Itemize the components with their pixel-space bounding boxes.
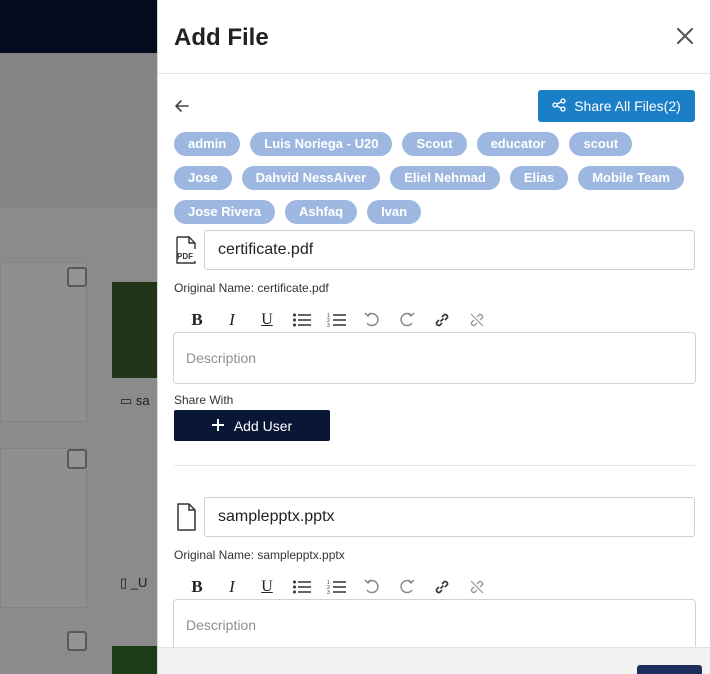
bold-icon[interactable]: B <box>186 309 208 331</box>
add-user-button[interactable]: Add User <box>174 410 330 441</box>
original-name-label: Original Name: samplepptx.pptx <box>174 548 345 562</box>
share-all-files-label: Share All Files(2) <box>574 98 681 114</box>
share-with-label: Share With <box>174 393 234 407</box>
bold-icon[interactable]: B <box>186 576 208 598</box>
submit-button[interactable] <box>637 665 702 674</box>
user-tag[interactable]: Elias <box>509 166 569 190</box>
close-icon[interactable] <box>673 24 697 48</box>
underline-icon[interactable]: U <box>256 309 278 331</box>
drawer-title: Add File <box>174 24 269 51</box>
file-name-input[interactable]: certificate.pdf <box>204 230 695 270</box>
unlink-icon[interactable] <box>466 576 488 598</box>
numbered-list-icon[interactable]: 123 <box>326 309 348 331</box>
user-tag[interactable]: Ivan <box>367 200 422 224</box>
user-tag[interactable]: Mobile Team <box>578 166 684 190</box>
user-tag[interactable]: Ashfaq <box>285 200 358 224</box>
file-name-input[interactable]: samplepptx.pptx <box>204 497 695 537</box>
drawer-footer <box>158 647 710 674</box>
italic-icon[interactable]: I <box>221 576 243 598</box>
pdf-file-icon: PDF <box>174 236 198 264</box>
link-icon[interactable] <box>431 576 453 598</box>
drawer-header: Add File <box>158 0 710 74</box>
file-icon <box>174 503 198 531</box>
share-icon <box>552 97 566 115</box>
file-divider <box>174 465 695 466</box>
plus-icon <box>211 418 224 434</box>
undo-icon[interactable] <box>361 309 383 331</box>
user-tag[interactable]: scout <box>569 132 633 156</box>
user-tag[interactable]: Eliel Nehmad <box>390 166 500 190</box>
numbered-list-icon[interactable]: 123 <box>326 576 348 598</box>
underline-icon[interactable]: U <box>256 576 278 598</box>
back-arrow-icon[interactable] <box>172 96 192 116</box>
add-file-drawer: Add File Share All Files(2) admin Luis N… <box>157 0 710 674</box>
svg-text:3: 3 <box>327 323 330 328</box>
user-tag[interactable]: Jose <box>174 166 232 190</box>
editor-toolbar: B I U 123 <box>186 576 488 598</box>
description-editor[interactable]: Description <box>173 599 696 651</box>
add-user-label: Add User <box>233 417 293 434</box>
redo-icon[interactable] <box>396 576 418 598</box>
unlink-icon[interactable] <box>466 309 488 331</box>
user-tag[interactable]: Scout <box>402 132 467 156</box>
bulleted-list-icon[interactable] <box>291 309 313 331</box>
user-tag[interactable]: admin <box>174 132 241 156</box>
user-tag[interactable]: Jose Rivera <box>174 200 275 224</box>
user-tag[interactable]: Dahvid NessAiver <box>241 166 381 190</box>
svg-text:3: 3 <box>327 590 330 595</box>
redo-icon[interactable] <box>396 309 418 331</box>
original-name-label: Original Name: certificate.pdf <box>174 281 329 295</box>
description-editor[interactable]: Description <box>173 332 696 384</box>
editor-toolbar: B I U 123 <box>186 309 488 331</box>
bulleted-list-icon[interactable] <box>291 576 313 598</box>
italic-icon[interactable]: I <box>221 309 243 331</box>
user-tag[interactable]: Luis Noriega - U20 <box>250 132 393 156</box>
undo-icon[interactable] <box>361 576 383 598</box>
link-icon[interactable] <box>431 309 453 331</box>
user-tag-list: admin Luis Noriega - U20 Scout educator … <box>174 132 696 224</box>
share-all-files-button[interactable]: Share All Files(2) <box>538 90 695 122</box>
svg-text:PDF: PDF <box>177 252 193 261</box>
user-tag[interactable]: educator <box>476 132 560 156</box>
